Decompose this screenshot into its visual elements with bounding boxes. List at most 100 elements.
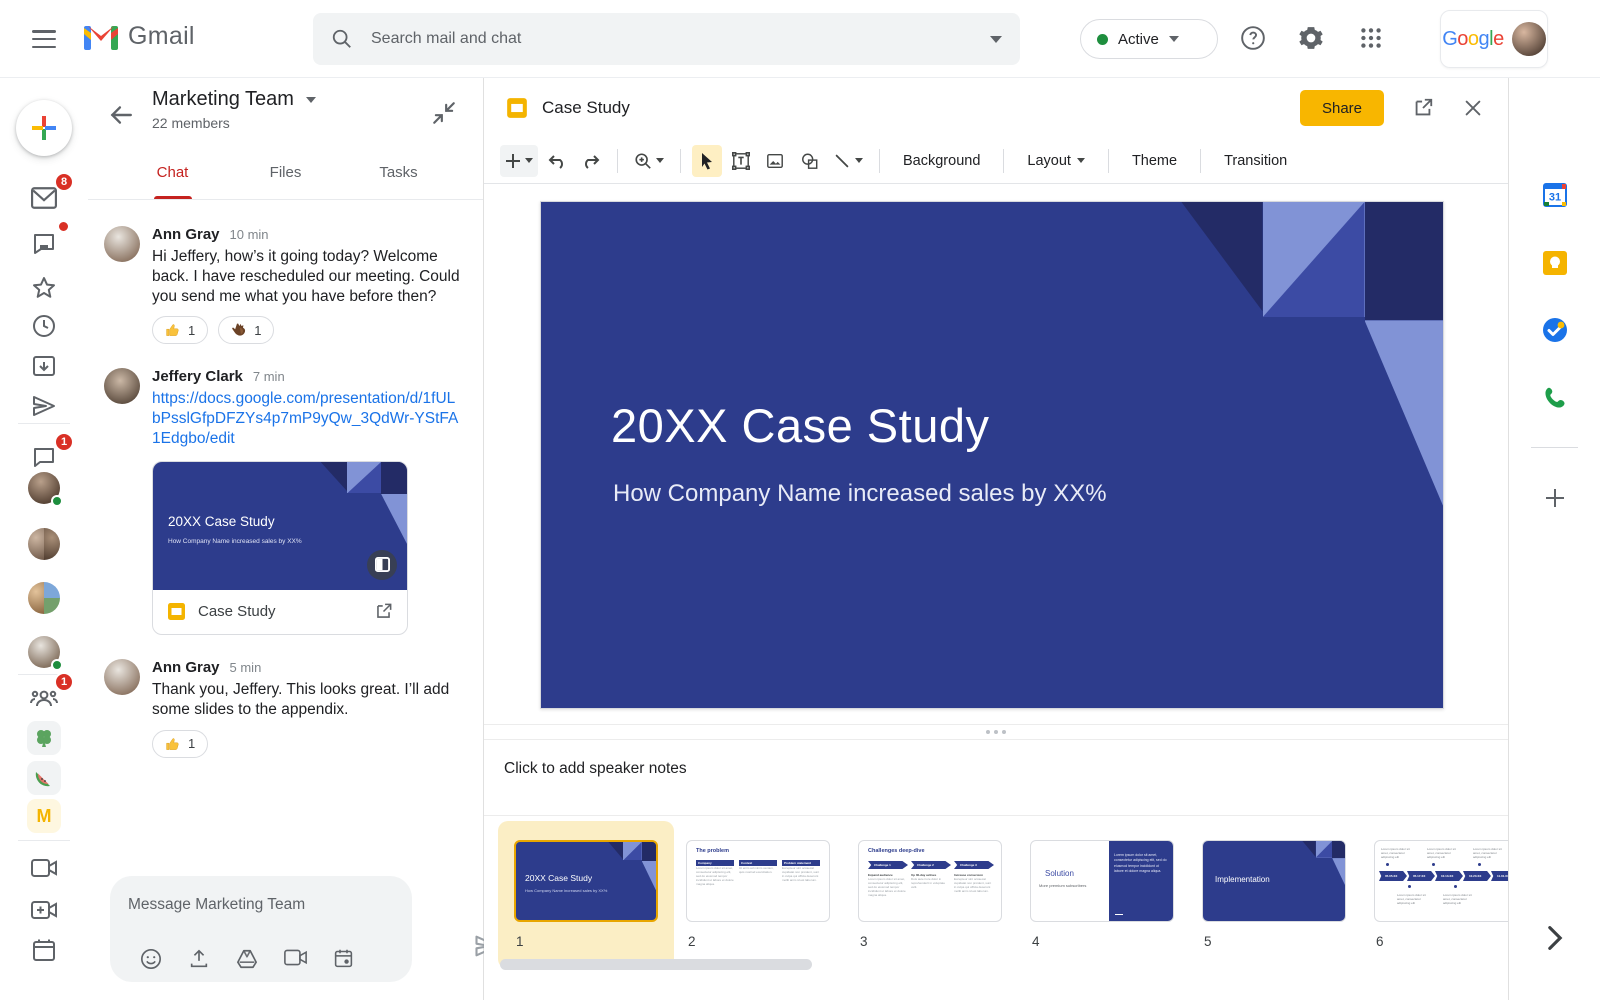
col-body: Lorem ipsum dolor sit amet, consectetur …: [696, 866, 734, 914]
filmstrip-scrollbar[interactable]: [500, 959, 812, 970]
space-m[interactable]: M: [22, 796, 66, 836]
slide-thumbnail-4[interactable]: Solution More premium subscribers Lorem …: [1030, 840, 1174, 922]
space-clover[interactable]: [22, 718, 66, 758]
insert-shape-button[interactable]: [794, 145, 824, 177]
slide-subtitle[interactable]: How Company Name increased sales by XX%: [613, 480, 1107, 508]
join-meeting-nav[interactable]: [22, 930, 66, 970]
theme-menu[interactable]: Theme: [1120, 145, 1189, 177]
slides-file-card[interactable]: 20XX Case Study How Company Name increas…: [152, 461, 408, 635]
apps-grid-icon[interactable]: [1358, 25, 1386, 53]
slide-thumbnail-1[interactable]: 20XX Case Study How Company Name increas…: [514, 840, 658, 922]
undo-button[interactable]: [542, 145, 572, 177]
keep-app-icon[interactable]: [1535, 243, 1575, 283]
get-addons-icon[interactable]: [1535, 478, 1575, 518]
slide-thumbnail-2[interactable]: The problem CompanyLorem ipsum dolor sit…: [686, 840, 830, 922]
message-time: 5 min: [230, 660, 262, 675]
thumb-corner-art: [1302, 841, 1345, 885]
rail-divider: [18, 840, 70, 841]
zoom-button[interactable]: [629, 145, 669, 177]
insert-line-button[interactable]: [828, 145, 868, 177]
svg-text:31: 31: [1548, 192, 1560, 204]
account-chip[interactable]: Google: [1440, 10, 1548, 68]
dm-contact-1[interactable]: [22, 468, 66, 508]
tasks-app-icon[interactable]: [1535, 310, 1575, 350]
tab-chat[interactable]: Chat: [116, 156, 229, 199]
message-link[interactable]: https://docs.google.com/presentation/d/1…: [152, 389, 463, 448]
settings-gear-icon[interactable]: [1298, 25, 1326, 53]
calendar-app-icon[interactable]: 31: [1535, 175, 1575, 215]
col-body: Excepteur sint occaecat cupidatat non pr…: [782, 866, 820, 914]
chat-message: Ann Gray10 min Hi Jeffery, how’s it goin…: [104, 226, 463, 344]
search-bar[interactable]: Search mail and chat: [313, 13, 1020, 65]
search-options-caret-icon[interactable]: [990, 36, 1002, 43]
tab-files[interactable]: Files: [229, 156, 342, 199]
text-box-button[interactable]: [726, 145, 756, 177]
slide-thumbnail-3[interactable]: Challenges deep-dive Challenge 1 Challen…: [858, 840, 1002, 922]
main-menu-icon[interactable]: [30, 27, 58, 51]
room-tabs: Chat Files Tasks: [88, 156, 483, 200]
meet-nav[interactable]: [22, 848, 66, 888]
avatar[interactable]: [104, 226, 140, 262]
sent-nav[interactable]: [22, 386, 66, 426]
filmstrip-next-icon[interactable]: [1535, 918, 1575, 958]
select-cursor-button[interactable]: [692, 145, 722, 177]
notes-resize-handle[interactable]: [484, 724, 1508, 739]
toolbar-divider: [1200, 149, 1201, 173]
timeline-date: 10.20.XX: [1463, 871, 1491, 881]
video-meeting-icon[interactable]: [284, 948, 307, 967]
inbox-nav[interactable]: 8: [22, 178, 66, 218]
active-status-dot-icon: [1097, 34, 1108, 45]
file-name: Case Study: [198, 603, 362, 620]
space-watermelon[interactable]: [22, 758, 66, 798]
close-preview-icon[interactable]: [1462, 97, 1484, 119]
voice-app-icon[interactable]: [1535, 378, 1575, 418]
thumb-number: 3: [860, 934, 868, 949]
reaction-thumbs-up[interactable]: 1: [152, 730, 208, 758]
slide-title[interactable]: 20XX Case Study: [611, 398, 990, 453]
background-menu[interactable]: Background: [891, 145, 992, 177]
compose-button[interactable]: [16, 100, 72, 156]
share-button[interactable]: Share: [1300, 90, 1384, 126]
drive-icon[interactable]: [236, 948, 258, 970]
availability-dropdown[interactable]: Active: [1080, 19, 1218, 59]
back-arrow-icon[interactable]: [108, 102, 134, 128]
new-meeting-nav[interactable]: [22, 890, 66, 930]
presence-dot: [51, 495, 63, 507]
transition-menu[interactable]: Transition: [1212, 145, 1299, 177]
avatar[interactable]: [104, 659, 140, 695]
chat-nav[interactable]: [22, 224, 66, 264]
emoji-icon[interactable]: [140, 948, 162, 970]
archive-nav[interactable]: [22, 346, 66, 386]
starred-nav[interactable]: [22, 268, 66, 308]
availability-caret-icon: [1169, 36, 1179, 42]
snoozed-nav[interactable]: [22, 306, 66, 346]
spaces-nav[interactable]: 1: [22, 678, 66, 718]
dm-contact-3[interactable]: [22, 578, 66, 618]
speaker-notes[interactable]: Click to add speaker notes: [484, 739, 1508, 815]
help-icon[interactable]: [1240, 25, 1268, 53]
current-slide[interactable]: 20XX Case Study How Company Name increas…: [540, 201, 1444, 709]
calendar-invite-icon[interactable]: [333, 948, 354, 969]
timeline-date: 11.01.XX: [1491, 871, 1508, 881]
layout-menu[interactable]: Layout: [1015, 145, 1097, 177]
availability-label: Active: [1118, 31, 1159, 48]
upload-icon[interactable]: [188, 948, 210, 970]
reaction-clap[interactable]: 1: [218, 316, 274, 344]
avatar[interactable]: [104, 368, 140, 404]
tab-tasks[interactable]: Tasks: [342, 156, 455, 199]
dm-contact-4[interactable]: [22, 632, 66, 672]
slide-thumbnail-6[interactable]: Lorem ipsum dolor sit amet, consectetur …: [1374, 840, 1508, 922]
document-title[interactable]: Case Study: [542, 98, 1286, 118]
user-avatar[interactable]: [1512, 22, 1546, 56]
insert-image-button[interactable]: [760, 145, 790, 177]
open-in-new-window-icon[interactable]: [1412, 97, 1434, 119]
slide-thumbnail-5[interactable]: Implementation: [1202, 840, 1346, 922]
open-in-new-icon[interactable]: [374, 602, 393, 621]
insert-plus-button[interactable]: [500, 145, 538, 177]
redo-button[interactable]: [576, 145, 606, 177]
reaction-thumbs-up[interactable]: 1: [152, 316, 208, 344]
collapse-panel-icon[interactable]: [431, 100, 457, 126]
dm-contact-2[interactable]: [22, 524, 66, 564]
room-title-dropdown[interactable]: Marketing Team: [152, 88, 316, 111]
open-side-by-side-icon[interactable]: [367, 550, 397, 580]
